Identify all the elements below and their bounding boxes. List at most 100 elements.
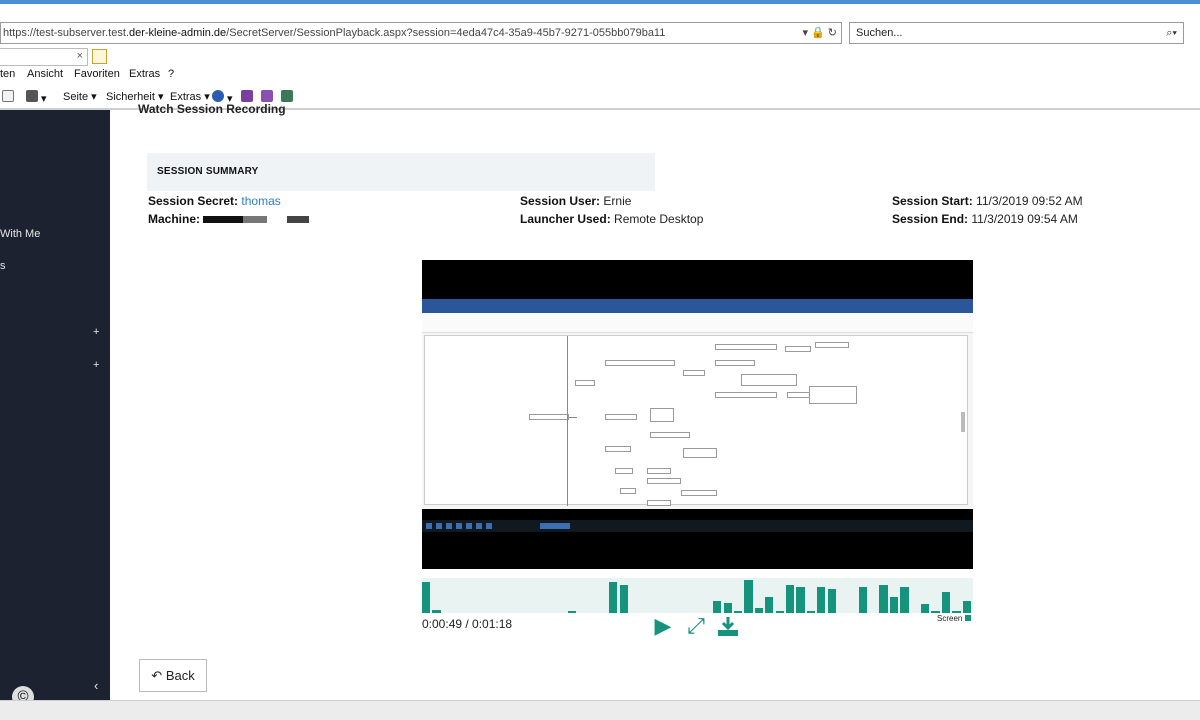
mindmap-node (785, 346, 811, 352)
screen-legend-swatch (965, 615, 972, 621)
mindmap-node (809, 386, 857, 404)
session-end-value: 11/3/2019 09:54 AM (971, 212, 1078, 226)
back-button[interactable]: ↶ Back (139, 659, 207, 692)
screen-legend-label: Screen (937, 614, 963, 623)
taskbar-app-icon (466, 523, 472, 529)
tab-row: × (0, 48, 1200, 66)
session-secret-label: Session Secret: (148, 194, 239, 208)
address-controls-icon[interactable]: ▾ 🔒 ↻ (802, 23, 837, 43)
mindmap-node (650, 408, 674, 422)
back-arrow-icon: ↶ (151, 668, 163, 683)
session-user-value: Ernie (603, 194, 632, 208)
mindmap-node (681, 490, 717, 496)
address-path: /SecretServer/SessionPlayback.aspx?sessi… (226, 27, 666, 39)
expand-plus-icon[interactable]: + (93, 326, 99, 338)
address-domain: der-kleine-admin.de (128, 27, 227, 39)
mindmap-node (647, 478, 681, 484)
page-title: Watch Session Recording (138, 102, 286, 116)
mindmap-node (605, 414, 637, 420)
mindmap-node (715, 392, 777, 398)
new-tab-icon[interactable] (92, 49, 107, 64)
menu-item-view[interactable]: Ansicht (27, 68, 63, 80)
session-end-row: Session End: 11/3/2019 09:54 AM (892, 212, 1078, 226)
redacted-machine-name (203, 216, 244, 224)
session-summary-title: SESSION SUMMARY (157, 166, 259, 177)
back-button-label: Back (165, 668, 195, 683)
menu-item-edit[interactable]: ten (0, 68, 15, 80)
taskbar-app-icon (476, 523, 482, 529)
redacted-machine-name (287, 216, 310, 224)
status-bar (0, 700, 1200, 720)
mindmap-node (529, 414, 569, 420)
timeline-activity-bar (733, 611, 743, 613)
timeline-activity-bar (889, 597, 899, 613)
session-secret-link[interactable]: thomas (241, 194, 280, 208)
timeline-activity-bar (827, 588, 836, 613)
mindmap-connector (567, 336, 568, 506)
timeline-activity-bar (785, 585, 795, 613)
mindmap-node (647, 500, 671, 506)
launcher-label: Launcher Used: (520, 212, 611, 226)
fullscreen-icon[interactable]: ⤢ (684, 614, 708, 638)
session-user-label: Session User: (520, 194, 601, 208)
mindmap-node (683, 448, 717, 458)
recorded-taskbar (422, 520, 973, 532)
taskbar-app-icon (446, 523, 452, 529)
mindmap-node (815, 342, 849, 348)
timeline-activity-bar (900, 586, 909, 613)
mindmap-node (605, 446, 631, 452)
mindmap-node (615, 468, 633, 474)
mindmap-node (620, 488, 636, 494)
timeline-activity-bar (806, 611, 816, 613)
timeline-activity-bar (765, 597, 774, 613)
timeline-activity-bar (921, 604, 930, 613)
timeline-activity-bar (713, 600, 722, 613)
search-icon[interactable]: ⌕▾ (1166, 23, 1177, 43)
timeline-activity-bar (432, 609, 441, 613)
download-icon[interactable] (716, 614, 740, 638)
mindmap-node (605, 360, 675, 366)
menu-item-favorites[interactable]: Favoriten (74, 68, 120, 80)
session-start-row: Session Start: 11/3/2019 09:52 AM (892, 194, 1083, 208)
close-tab-icon[interactable]: × (77, 50, 83, 62)
session-start-label: Session Start: (892, 194, 973, 208)
sidebar: With Me s + + ‹ (0, 110, 110, 700)
play-icon[interactable]: ▶ (651, 614, 675, 638)
mail-icon[interactable] (2, 90, 14, 105)
recorded-app-titlebar (422, 299, 973, 313)
timeline-activity-bar (931, 611, 940, 613)
address-bar[interactable]: https://test-subserver.test.der-kleine-a… (0, 22, 842, 44)
recorded-scrollbar (961, 412, 965, 432)
timeline-activity-bar (567, 611, 576, 613)
taskbar-active-window (540, 523, 570, 529)
collapse-sidebar-icon[interactable]: ‹ (94, 678, 98, 693)
machine-row: Machine: (148, 212, 310, 226)
page-menu[interactable]: Seite ▾ (63, 90, 97, 103)
timeline-activity-bar (775, 611, 784, 613)
timeline-activity-bar (609, 581, 618, 613)
launcher-value: Remote Desktop (614, 212, 704, 226)
sidebar-item-shared-with-me[interactable]: With Me (0, 228, 40, 240)
activity-timeline[interactable] (422, 578, 973, 613)
sidebar-item-folders[interactable]: s (0, 260, 6, 272)
menu-item-help[interactable]: ? (168, 68, 174, 80)
redacted-machine-name (243, 216, 268, 224)
menu-item-tools[interactable]: Extras (129, 68, 160, 80)
session-start-value: 11/3/2019 09:52 AM (976, 194, 1083, 208)
browser-tab[interactable]: × (0, 48, 88, 66)
mindmap-node (650, 432, 690, 438)
timeline-activity-bar (941, 592, 951, 613)
timeline-activity-bar (619, 585, 628, 613)
expand-plus-icon[interactable]: + (93, 359, 99, 371)
taskbar-app-icon (486, 523, 492, 529)
timeline-activity-bar (723, 602, 732, 613)
taskbar-app-icon (456, 523, 462, 529)
playback-time: 0:00:49 / 0:01:18 (422, 617, 513, 631)
print-icon[interactable]: ▾ (26, 90, 47, 105)
mindmap-node (647, 468, 671, 474)
recorded-screen (422, 299, 973, 509)
launcher-row: Launcher Used: Remote Desktop (520, 212, 703, 226)
recorded-mindmap-canvas (424, 335, 968, 506)
screen-legend: Screen (937, 614, 972, 623)
search-input[interactable]: Suchen... ⌕▾ (849, 22, 1184, 44)
